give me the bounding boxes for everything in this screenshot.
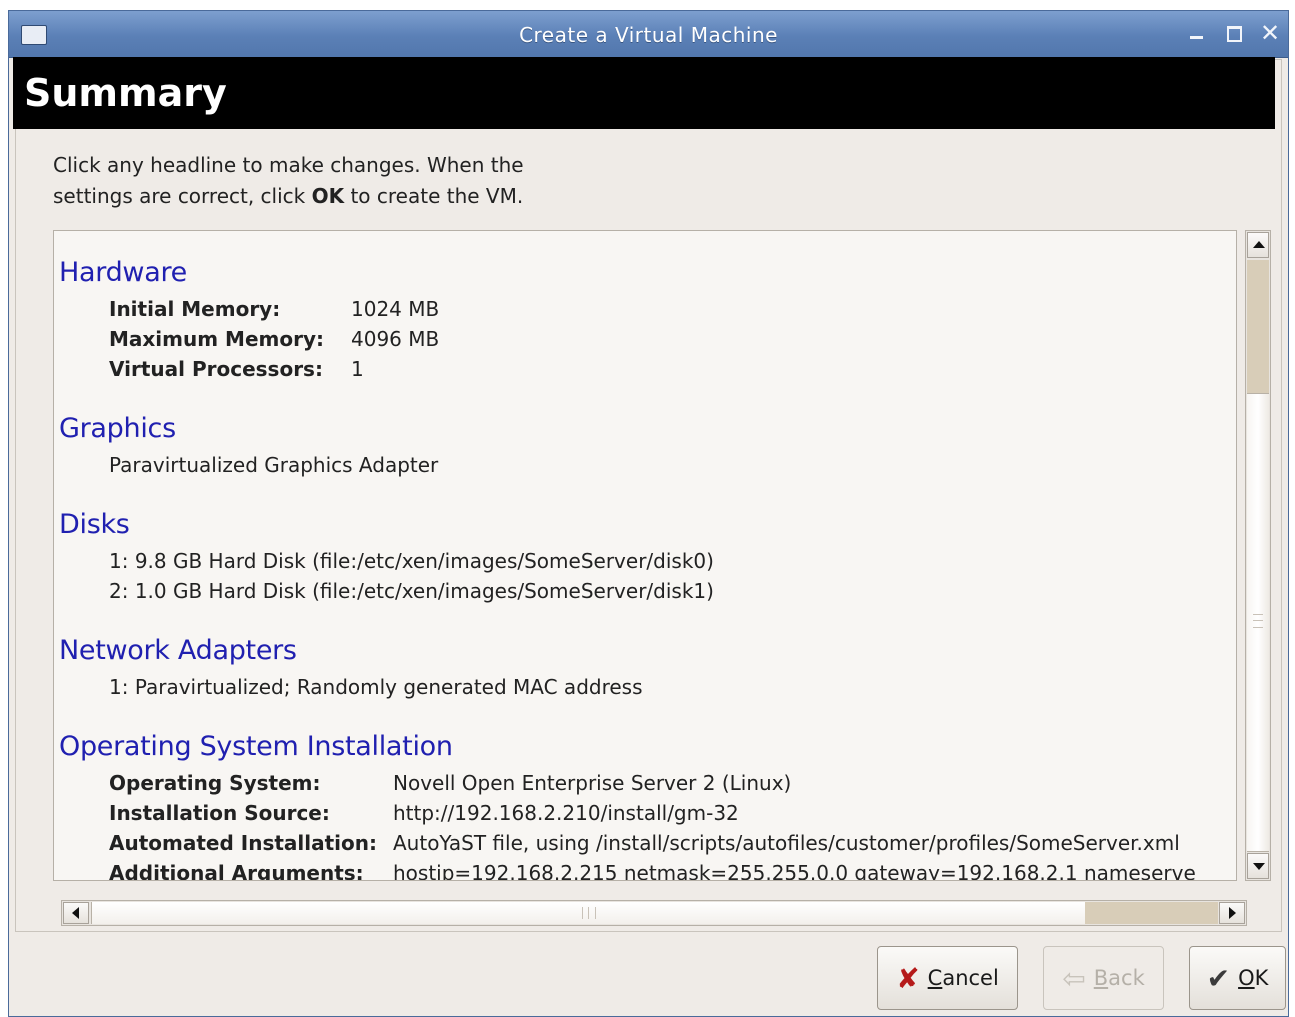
- back-label: Back: [1094, 966, 1145, 990]
- os-label: Operating System:: [109, 771, 321, 795]
- scroll-right-icon[interactable]: [1219, 902, 1245, 924]
- summary-panel: Hardware Initial Memory: 1024 MB Maximum…: [53, 230, 1237, 881]
- disks-heading[interactable]: Disks: [59, 509, 130, 540]
- network-heading[interactable]: Network Adapters: [59, 635, 297, 666]
- hardware-value: 1: [351, 357, 364, 381]
- instructions-text-end: to create the VM.: [344, 184, 524, 208]
- scroll-up-icon[interactable]: [1247, 232, 1269, 258]
- hardware-heading[interactable]: Hardware: [59, 257, 187, 288]
- close-icon[interactable]: ✕: [1258, 21, 1282, 45]
- cancel-mnemonic: C: [927, 966, 943, 990]
- horizontal-scrollbar[interactable]: [61, 900, 1247, 926]
- hardware-value: 1024 MB: [351, 297, 440, 321]
- page-title: Summary: [24, 71, 227, 115]
- ok-label: OK: [1238, 966, 1268, 990]
- instructions-text: settings are correct, click: [53, 184, 312, 208]
- os-label: Installation Source:: [109, 801, 330, 825]
- disk-item: 1: 9.8 GB Hard Disk (file:/etc/xen/image…: [109, 549, 714, 573]
- hardware-label: Maximum Memory:: [109, 327, 324, 351]
- scroll-trough[interactable]: [1085, 902, 1218, 924]
- os-label: Automated Installation:: [109, 831, 377, 855]
- ok-label-rest: K: [1254, 966, 1269, 990]
- instructions-ok-bold: OK: [311, 184, 345, 208]
- cancel-x-icon: ✘: [896, 961, 920, 995]
- os-label: Additional Arguments:: [109, 861, 364, 881]
- graphics-value: Paravirtualized Graphics Adapter: [109, 453, 439, 477]
- network-item: 1: Paravirtualized; Randomly generated M…: [109, 675, 643, 699]
- grip-icon: [582, 907, 596, 919]
- hardware-label: Initial Memory:: [109, 297, 281, 321]
- graphics-heading[interactable]: Graphics: [59, 413, 176, 444]
- back-mnemonic: B: [1093, 966, 1109, 990]
- instructions-line-2: settings are correct, click OK to create…: [53, 181, 653, 212]
- cancel-label: Cancel: [928, 966, 999, 990]
- cancel-label-rest: ancel: [942, 966, 999, 990]
- minimize-icon[interactable]: [1185, 21, 1209, 45]
- horizontal-scroll-thumb[interactable]: [91, 902, 1086, 924]
- hardware-label: Virtual Processors:: [109, 357, 323, 381]
- disk-item: 2: 1.0 GB Hard Disk (file:/etc/xen/image…: [109, 579, 714, 603]
- summary-banner: Summary: [13, 57, 1275, 129]
- vertical-scroll-thumb[interactable]: [1247, 393, 1269, 852]
- cancel-button[interactable]: ✘ Cancel: [877, 946, 1018, 1010]
- os-value: http://192.168.2.210/install/gm-32: [393, 801, 739, 825]
- maximize-icon[interactable]: [1222, 21, 1246, 45]
- scroll-trough[interactable]: [1247, 260, 1269, 393]
- scroll-left-icon[interactable]: [63, 902, 89, 924]
- ok-button[interactable]: ✔ OK: [1189, 946, 1286, 1010]
- ok-check-icon: ✔: [1206, 961, 1231, 995]
- grip-icon: [1253, 614, 1263, 628]
- os-value: hostip=192.168.2.215 netmask=255.255.0.0…: [393, 861, 1196, 881]
- os-heading[interactable]: Operating System Installation: [59, 731, 453, 762]
- window-title: Create a Virtual Machine: [519, 23, 778, 47]
- os-value: AutoYaST file, using /install/scripts/au…: [393, 831, 1180, 855]
- back-label-rest: ack: [1108, 966, 1145, 990]
- vertical-scrollbar[interactable]: [1245, 230, 1271, 881]
- hardware-value: 4096 MB: [351, 327, 440, 351]
- title-bar[interactable]: Create a Virtual Machine ✕: [9, 11, 1288, 58]
- back-button[interactable]: ⇦ Back: [1043, 946, 1164, 1010]
- back-arrow-icon: ⇦: [1062, 961, 1086, 995]
- ok-mnemonic: O: [1238, 966, 1255, 990]
- instructions-line-1: Click any headline to make changes. When…: [53, 153, 524, 177]
- instructions: Click any headline to make changes. When…: [53, 150, 653, 212]
- scroll-down-icon[interactable]: [1247, 853, 1269, 879]
- os-value: Novell Open Enterprise Server 2 (Linux): [393, 771, 792, 795]
